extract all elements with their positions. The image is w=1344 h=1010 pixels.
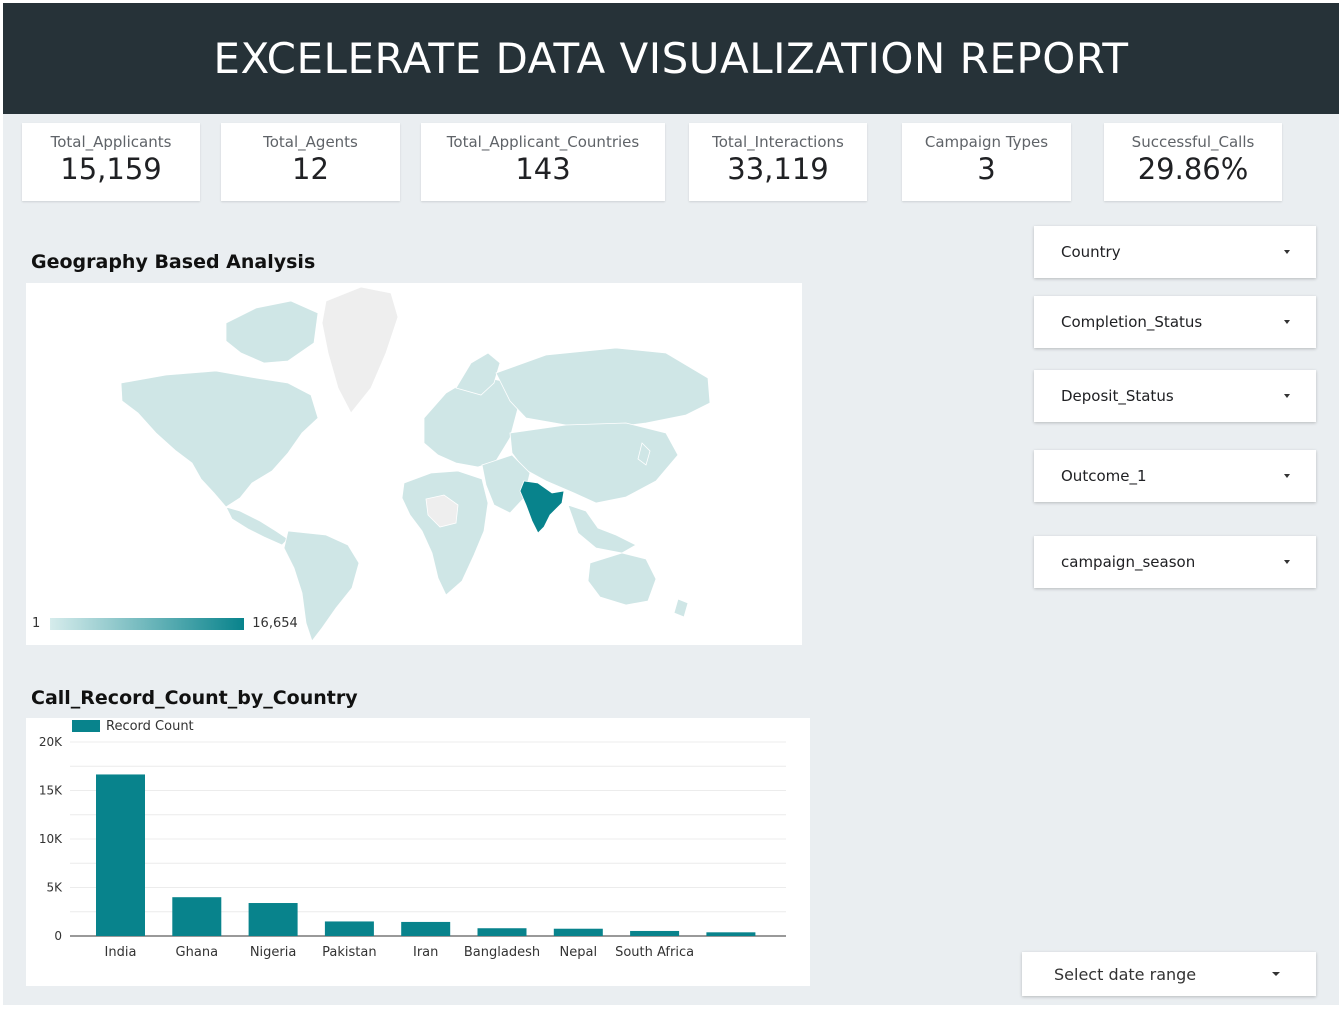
bar	[477, 928, 527, 936]
geo-map-panel[interactable]: 1 16,654	[26, 283, 802, 645]
y-tick-label: 15K	[39, 784, 63, 798]
dropdown-label: campaign_season	[1061, 553, 1196, 571]
bar	[553, 928, 603, 936]
x-tick-label: Pakistan	[322, 945, 376, 960]
dropdown-label: Country	[1061, 243, 1121, 261]
kpi-value: 143	[515, 152, 571, 186]
chevron-down-icon	[1284, 394, 1290, 398]
legend-label: Record Count	[106, 719, 194, 734]
bar	[630, 930, 680, 936]
bar	[248, 903, 298, 936]
x-tick-label: Bangladesh	[464, 945, 540, 960]
y-tick-label: 20K	[39, 735, 63, 749]
kpi-value: 12	[292, 152, 329, 186]
kpi-total-applicants: Total_Applicants 15,159	[22, 123, 200, 201]
x-tick-label: Iran	[413, 945, 438, 960]
kpi-total-applicant-countries: Total_Applicant_Countries 143	[421, 123, 665, 201]
legend-max-label: 16,654	[252, 616, 298, 631]
filter-outcome-dropdown[interactable]: Outcome_1	[1034, 450, 1316, 502]
chevron-down-icon	[1284, 250, 1290, 254]
kpi-value: 33,119	[727, 152, 829, 186]
kpi-label: Campaign Types	[924, 133, 1049, 151]
kpi-successful-calls: Successful_Calls 29.86%	[1104, 123, 1282, 201]
kpi-label: Total_Interactions	[712, 133, 844, 151]
date-range-label: Select date range	[1054, 964, 1197, 984]
kpi-total-agents: Total_Agents 12	[221, 123, 400, 201]
kpi-label: Total_Applicants	[50, 133, 172, 151]
report-header: EXCELERATE DATA VISUALIZATION REPORT	[3, 3, 1339, 114]
bar	[172, 897, 222, 936]
map-region-arctic-islands	[225, 300, 319, 364]
kpi-campaign-types: Campaign Types 3	[902, 123, 1071, 201]
legend-gradient	[50, 617, 245, 630]
map-region-africa	[401, 470, 489, 596]
world-map[interactable]	[26, 283, 802, 645]
kpi-label: Successful_Calls	[1131, 133, 1255, 151]
report-title: EXCELERATE DATA VISUALIZATION REPORT	[213, 34, 1129, 83]
map-region-new-zealand	[673, 598, 689, 618]
bar	[96, 774, 145, 936]
x-tick-label: Nepal	[560, 945, 598, 960]
map-region-greenland	[321, 286, 399, 414]
x-tick-label: India	[105, 945, 137, 960]
kpi-value: 15,159	[60, 152, 162, 186]
filter-completion-status-dropdown[interactable]: Completion_Status	[1034, 296, 1316, 348]
filter-deposit-status-dropdown[interactable]: Deposit_Status	[1034, 370, 1316, 422]
dropdown-label: Deposit_Status	[1061, 387, 1174, 405]
kpi-label: Total_Agents	[263, 133, 358, 151]
kpi-total-interactions: Total_Interactions 33,119	[689, 123, 867, 201]
map-region-india	[519, 480, 565, 534]
chevron-down-icon	[1284, 320, 1290, 324]
bar-section-title: Call_Record_Count_by_Country	[31, 687, 358, 709]
bar	[324, 921, 374, 936]
chevron-down-icon	[1272, 972, 1280, 976]
bar-chart-panel[interactable]: 0 5K 10K 15K 20K Record Count India Ghana Nigeri…	[26, 718, 810, 986]
map-region-australia	[587, 552, 657, 606]
map-region-southeast-asia	[567, 504, 637, 554]
kpi-value: 3	[977, 152, 996, 186]
chevron-down-icon	[1284, 474, 1290, 478]
map-region-north-america	[120, 370, 319, 508]
dropdown-label: Outcome_1	[1061, 467, 1147, 485]
date-range-picker[interactable]: Select date range	[1022, 952, 1316, 996]
dropdown-label: Completion_Status	[1061, 313, 1203, 331]
y-tick-label: 10K	[39, 832, 63, 846]
legend-swatch	[72, 720, 100, 732]
x-tick-label: South Africa	[615, 945, 694, 960]
y-tick-label: 0	[54, 929, 62, 943]
filter-campaign-season-dropdown[interactable]: campaign_season	[1034, 536, 1316, 588]
map-color-legend: 1 16,654	[32, 616, 298, 631]
chevron-down-icon	[1284, 560, 1290, 564]
kpi-label: Total_Applicant_Countries	[446, 133, 640, 151]
bar	[401, 921, 451, 936]
x-tick-label: Nigeria	[250, 945, 297, 960]
map-region-central-america	[225, 506, 289, 546]
x-tick-label: Ghana	[176, 945, 219, 960]
filter-country-dropdown[interactable]: Country	[1034, 226, 1316, 278]
legend-min-label: 1	[32, 616, 41, 631]
bar	[706, 932, 756, 936]
geo-section-title: Geography Based Analysis	[31, 251, 316, 273]
bar-chart[interactable]: 0 5K 10K 15K 20K Record Count India Ghana Nigeri…	[26, 718, 810, 986]
y-tick-label: 5K	[46, 881, 63, 895]
kpi-value: 29.86%	[1137, 152, 1249, 186]
map-region-russia	[495, 347, 711, 429]
